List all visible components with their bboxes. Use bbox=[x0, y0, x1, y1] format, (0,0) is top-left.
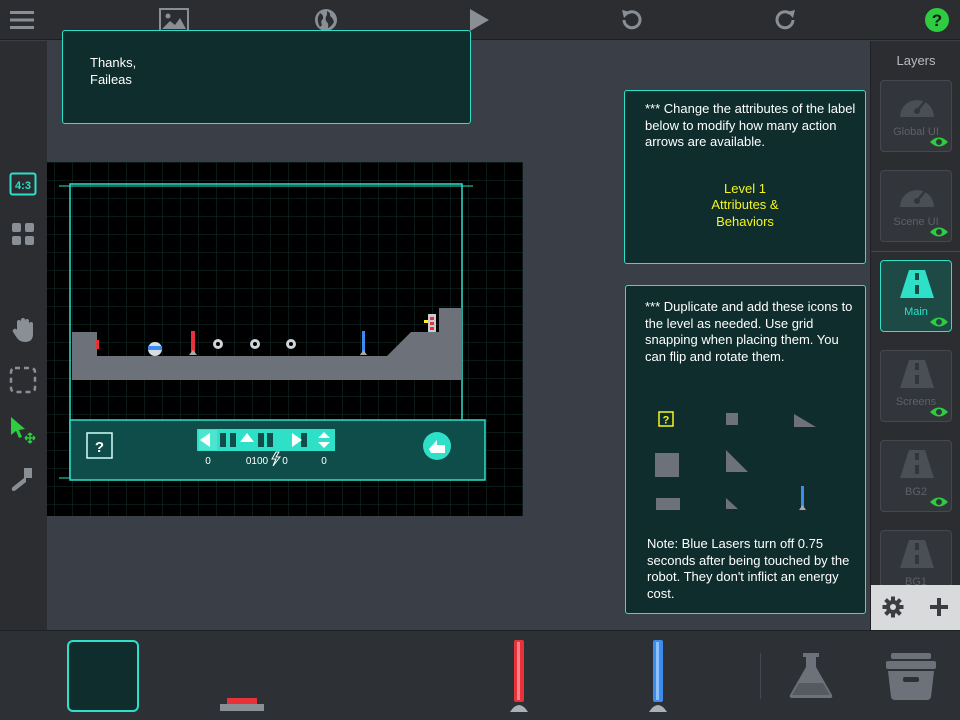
small-block-icon[interactable] bbox=[726, 413, 738, 425]
visibility-eye-icon[interactable] bbox=[929, 495, 949, 509]
tray-blue-laser-item[interactable] bbox=[647, 640, 669, 717]
blue-laser-note-text: Note: Blue Lasers turn off 0.75 seconds … bbox=[647, 536, 850, 601]
flat-block-icon[interactable] bbox=[656, 498, 680, 510]
layer-bg2[interactable]: BG2 bbox=[880, 440, 952, 512]
layer-bg1[interactable]: BG1 bbox=[880, 530, 952, 590]
flask-icon[interactable] bbox=[788, 651, 834, 704]
road-icon bbox=[900, 360, 934, 388]
blue-laser-icon[interactable] bbox=[799, 486, 806, 510]
hud-counter-energy: 0 bbox=[282, 456, 288, 467]
large-block-icon[interactable] bbox=[655, 453, 679, 477]
move-pointer-icon[interactable] bbox=[7, 414, 39, 446]
note-line-2: Faileas bbox=[90, 71, 132, 87]
aspect-ratio-button[interactable]: 4:3 bbox=[7, 168, 39, 200]
object-tray bbox=[0, 630, 960, 720]
hand-pan-icon[interactable] bbox=[7, 314, 39, 346]
help-label: ? bbox=[932, 11, 942, 30]
undo-icon[interactable] bbox=[615, 4, 647, 36]
small-ramp-icon[interactable] bbox=[794, 414, 816, 427]
level-editor: ? 4:3 Thanks, Faileas ? 0 0100 0 0 *** C… bbox=[0, 0, 960, 720]
redo-icon[interactable] bbox=[770, 4, 802, 36]
visibility-eye-icon[interactable] bbox=[929, 135, 949, 149]
tray-text-panel-item[interactable] bbox=[67, 640, 139, 712]
icons-note-text: *** Duplicate and add these icons to the… bbox=[645, 299, 853, 364]
hud-counter-middle: 0100 bbox=[246, 456, 269, 467]
level-scene: ? 0 0100 0 0 bbox=[47, 162, 523, 516]
layer-actions-bar bbox=[871, 585, 960, 630]
gauge-icon bbox=[900, 99, 934, 117]
icon-palette: ? bbox=[655, 411, 816, 510]
layer-global-ui[interactable]: Global UI bbox=[880, 80, 952, 152]
grid-icon[interactable] bbox=[7, 218, 39, 250]
action-arrows-strip bbox=[197, 429, 335, 451]
layer-screens[interactable]: Screens bbox=[880, 350, 952, 422]
question-block-label: ? bbox=[663, 415, 670, 427]
tray-divider bbox=[760, 653, 761, 699]
layer-main[interactable]: Main bbox=[880, 260, 952, 332]
aspect-ratio-label: 4:3 bbox=[15, 180, 31, 192]
level-label-line-1: Level 1 bbox=[724, 180, 766, 196]
level-label-line-3: Behaviors bbox=[716, 213, 774, 229]
tiny-ramp-icon[interactable] bbox=[726, 498, 738, 509]
visibility-eye-icon[interactable] bbox=[929, 225, 949, 239]
attributes-note-panel[interactable]: *** Change the attributes of the label b… bbox=[624, 90, 866, 264]
layers-panel: Layers Global UI Scene UI Main Screens B… bbox=[870, 41, 960, 630]
left-tool-palette: 4:3 bbox=[0, 41, 47, 630]
note-panel-top[interactable]: Thanks, Faileas bbox=[62, 30, 471, 124]
gauge-icon bbox=[900, 189, 934, 207]
layer-settings-gear-icon[interactable] bbox=[877, 591, 909, 623]
attributes-note-text: *** Change the attributes of the label b… bbox=[645, 101, 856, 149]
note-line-1: Thanks, bbox=[90, 55, 137, 70]
layer-scene-ui[interactable]: Scene UI bbox=[880, 170, 952, 242]
level-preview[interactable]: ? 0 0100 0 0 bbox=[47, 162, 523, 516]
hud-counter-left: 0 bbox=[205, 456, 211, 467]
road-icon bbox=[900, 270, 934, 298]
add-layer-plus-icon[interactable] bbox=[923, 591, 955, 623]
large-ramp-icon[interactable] bbox=[726, 450, 748, 472]
layer-divider bbox=[871, 251, 960, 252]
hud-help-label: ? bbox=[95, 439, 104, 456]
road-icon bbox=[900, 450, 934, 478]
paint-brush-icon[interactable] bbox=[7, 464, 39, 496]
road-icon bbox=[900, 540, 934, 568]
level-label-line-2: Attributes & bbox=[711, 197, 779, 212]
hud-counter-right: 0 bbox=[321, 456, 327, 467]
layers-title: Layers bbox=[896, 53, 936, 68]
marquee-select-icon[interactable] bbox=[7, 364, 39, 396]
visibility-eye-icon[interactable] bbox=[929, 405, 949, 419]
storage-box-icon[interactable] bbox=[883, 651, 939, 706]
level-label[interactable]: Level 1 Attributes & Behaviors bbox=[645, 181, 857, 231]
menu-icon[interactable] bbox=[6, 4, 38, 36]
tray-button-switch-item[interactable] bbox=[219, 697, 265, 718]
icons-note-panel[interactable]: *** Duplicate and add these icons to the… bbox=[625, 285, 866, 614]
robot-sprite bbox=[148, 342, 162, 356]
tray-red-laser-item[interactable] bbox=[508, 640, 530, 717]
help-button[interactable]: ? bbox=[921, 4, 953, 36]
visibility-eye-icon[interactable] bbox=[929, 315, 949, 329]
